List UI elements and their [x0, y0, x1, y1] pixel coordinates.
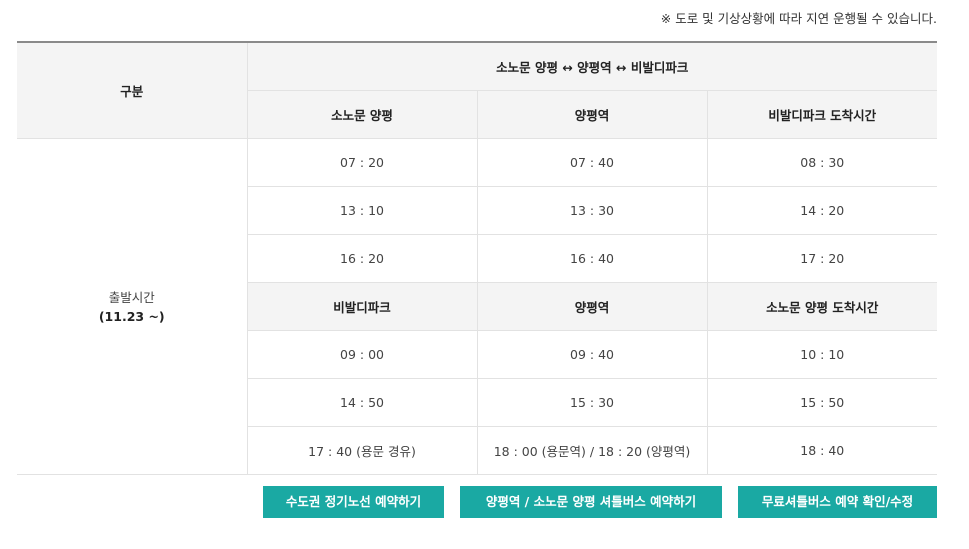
- time-cell: 09 : 40: [476, 330, 707, 379]
- time-cell: 10 : 10: [706, 330, 938, 379]
- metro-route-reserve-button[interactable]: 수도권 정기노선 예약하기: [263, 486, 444, 518]
- time-cell: 16 : 40: [476, 234, 707, 283]
- header-row-route: 구분 소노문 양평 ↔ 양평역 ↔ 비발디파크: [17, 42, 938, 139]
- route-title-header: 소노문 양평 ↔ 양평역 ↔ 비발디파크: [246, 42, 938, 91]
- shuttle-schedule-table: 구분 소노문 양평 ↔ 양평역 ↔ 비발디파크 소노문 양평 양평역 비발디파크…: [17, 41, 938, 475]
- time-cell: 07 : 20: [246, 138, 477, 187]
- time-cell: 15 : 30: [476, 378, 707, 427]
- time-cell: 09 : 00: [246, 330, 477, 379]
- outbound-header-sono: 소노문 양평: [246, 90, 477, 139]
- free-shuttle-check-button[interactable]: 무료셔틀버스 예약 확인/수정: [738, 486, 937, 518]
- outbound-header-yangpyeong-station: 양평역: [476, 90, 707, 139]
- time-cell: 17 : 20: [706, 234, 938, 283]
- outbound-header-vivaldi-arrival: 비발디파크 도착시간: [706, 90, 938, 139]
- departure-time-label: 출발시간 (11.23 ~): [17, 138, 247, 475]
- inbound-header-yangpyeong-station: 양평역: [476, 282, 707, 331]
- time-cell: 14 : 50: [246, 378, 477, 427]
- time-cell: 18 : 00 (용문역) / 18 : 20 (양평역): [476, 426, 707, 475]
- inbound-header-vivaldi: 비발디파크: [246, 282, 477, 331]
- inbound-header-sono-arrival: 소노문 양평 도착시간: [706, 282, 938, 331]
- time-cell: 18 : 40: [706, 426, 938, 475]
- corner-header: 구분: [17, 42, 247, 139]
- table-row: 출발시간 (11.23 ~) 07 : 20 07 : 40 08 : 30: [17, 138, 938, 475]
- time-cell: 14 : 20: [706, 186, 938, 235]
- time-cell: 08 : 30: [706, 138, 938, 187]
- reservation-button-group: 수도권 정기노선 예약하기 양평역 / 소노문 양평 셔틀버스 예약하기 무료셔…: [263, 486, 937, 518]
- departure-period: (11.23 ~): [98, 308, 165, 324]
- time-cell: 17 : 40 (용문 경유): [246, 426, 477, 475]
- delay-notice: ※ 도로 및 기상상황에 따라 지연 운행될 수 있습니다.: [660, 11, 937, 26]
- time-cell: 15 : 50: [706, 378, 938, 427]
- time-cell: 13 : 30: [476, 186, 707, 235]
- departure-label-text: 출발시간: [108, 289, 155, 305]
- time-cell: 13 : 10: [246, 186, 477, 235]
- time-cell: 16 : 20: [246, 234, 477, 283]
- time-cell: 07 : 40: [476, 138, 707, 187]
- shuttle-reserve-button[interactable]: 양평역 / 소노문 양평 셔틀버스 예약하기: [460, 486, 722, 518]
